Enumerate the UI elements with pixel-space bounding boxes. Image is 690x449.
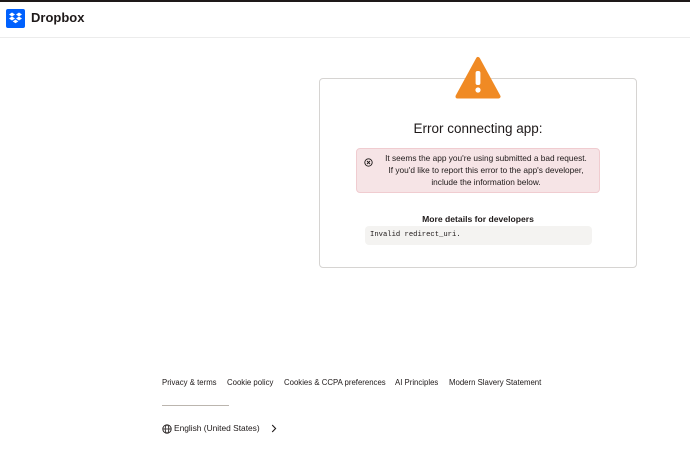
footer-link-privacy-terms[interactable]: Privacy & terms — [162, 378, 217, 387]
developer-details-code: Invalid redirect_uri. — [370, 231, 461, 239]
footer-link-cookies-ccpa[interactable]: Cookies & CCPA preferences — [284, 378, 386, 387]
error-message-line: If you'd like to report this error to th… — [388, 165, 584, 175]
footer-link-cookie-policy[interactable]: Cookie policy — [227, 378, 273, 387]
footer-link-ai-principles[interactable]: AI Principles — [395, 378, 438, 387]
footer-link-modern-slavery[interactable]: Modern Slavery Statement — [449, 378, 541, 387]
brand-name[interactable]: Dropbox — [31, 10, 84, 25]
error-message-line: include the information below. — [431, 177, 541, 187]
language-label[interactable]: English (United States) — [174, 423, 260, 433]
footer-divider — [162, 405, 229, 406]
error-message: It seems the app you're using submitted … — [376, 152, 596, 188]
circle-x-icon — [364, 154, 373, 172]
error-title: Error connecting app: — [413, 121, 543, 136]
developer-details-title: More details for developers — [422, 214, 534, 224]
chevron-right-icon[interactable] — [271, 424, 277, 435]
globe-icon — [162, 424, 172, 436]
warning-triangle-icon — [455, 56, 501, 105]
header: Dropbox — [0, 2, 690, 38]
error-message-line: It seems the app you're using submitted … — [385, 153, 587, 163]
dropbox-logo-icon[interactable] — [6, 9, 25, 28]
